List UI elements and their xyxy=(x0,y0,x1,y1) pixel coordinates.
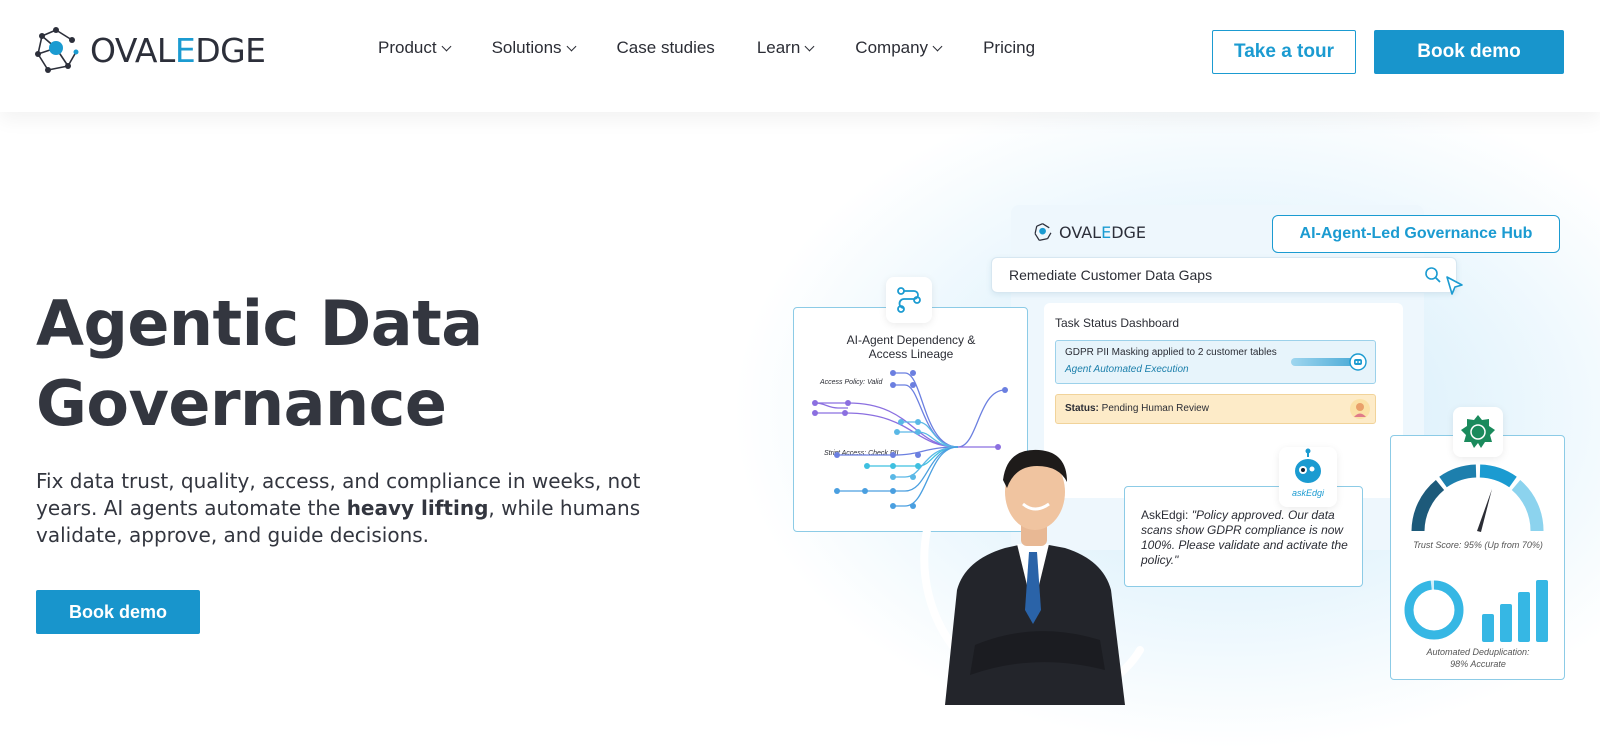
remediate-search-input[interactable]: Remediate Customer Data Gaps xyxy=(991,257,1457,293)
nav-item-case-studies[interactable]: Case studies xyxy=(617,38,715,58)
nav-item-pricing[interactable]: Pricing xyxy=(983,38,1035,58)
askedgi-label: askEdgi xyxy=(1291,488,1325,498)
nav-item-company[interactable]: Company xyxy=(855,38,943,58)
deduplication-bars xyxy=(1482,580,1548,642)
nav-item-solutions[interactable]: Solutions xyxy=(492,38,576,58)
askedgi-badge xyxy=(1279,447,1337,507)
robot-icon xyxy=(1349,353,1367,371)
main-menu: Product Solutions Case studies Learn Com… xyxy=(378,38,1077,58)
lineage-badge xyxy=(886,277,932,323)
top-nav: OVALEDGE Product Solutions Case studies … xyxy=(0,0,1600,112)
chevron-down-icon xyxy=(441,41,452,51)
deduplication-caption: Automated Deduplication: 98% Accurate xyxy=(1426,647,1530,669)
hero-book-demo-button[interactable]: Book demo xyxy=(36,590,200,634)
flow-icon xyxy=(897,287,921,313)
askedgi-robot-icon xyxy=(1295,448,1321,483)
oval-edge-logo[interactable]: OVALEDGE xyxy=(34,26,266,74)
logo-mark-icon xyxy=(1034,223,1052,241)
governance-hub-tag: AI-Agent-Led Governance Hub xyxy=(1272,215,1560,253)
book-demo-button[interactable]: Book demo xyxy=(1374,30,1564,74)
lineage-title: AI-Agent Dependency & Access Lineage xyxy=(846,333,976,361)
askedgi-message-text: AskEdgi: "Policy approved. Our data scan… xyxy=(1141,508,1348,567)
task-row-subtitle: Agent Automated Execution xyxy=(1065,364,1189,375)
search-icon[interactable] xyxy=(1424,266,1442,284)
hero-title: Agentic Data Governance xyxy=(36,287,483,440)
task-row-title: GDPR PII Masking applied to 2 customer t… xyxy=(1065,347,1277,358)
chevron-down-icon xyxy=(932,41,943,51)
nav-item-product[interactable]: Product xyxy=(378,38,452,58)
trust-badge xyxy=(1453,407,1503,457)
chevron-down-icon xyxy=(804,41,815,51)
task-status-text: Status: Pending Human Review xyxy=(1065,403,1209,414)
panel-logo: OVALEDGE xyxy=(1033,222,1146,242)
cursor-icon xyxy=(1446,276,1463,295)
chevron-down-icon xyxy=(566,41,576,51)
take-a-tour-button[interactable]: Take a tour xyxy=(1212,30,1356,74)
hero-subtitle: Fix data trust, quality, access, and com… xyxy=(36,469,641,547)
deduplication-donut xyxy=(1404,580,1464,640)
logo-mark-icon xyxy=(35,27,79,73)
trust-score-caption: Trust Score: 95% (Up from 70%) xyxy=(1413,540,1543,550)
reviewer-avatar xyxy=(1350,399,1370,419)
task-progress-bar xyxy=(1291,358,1357,366)
dashboard-title: Task Status Dashboard xyxy=(1055,316,1180,330)
logo-wordmark: OVALEDGE xyxy=(90,30,266,70)
nav-item-learn[interactable]: Learn xyxy=(757,38,815,58)
business-person-image xyxy=(945,449,1125,705)
badge-seal-icon xyxy=(1461,415,1495,448)
trust-score-gauge xyxy=(1411,464,1544,532)
